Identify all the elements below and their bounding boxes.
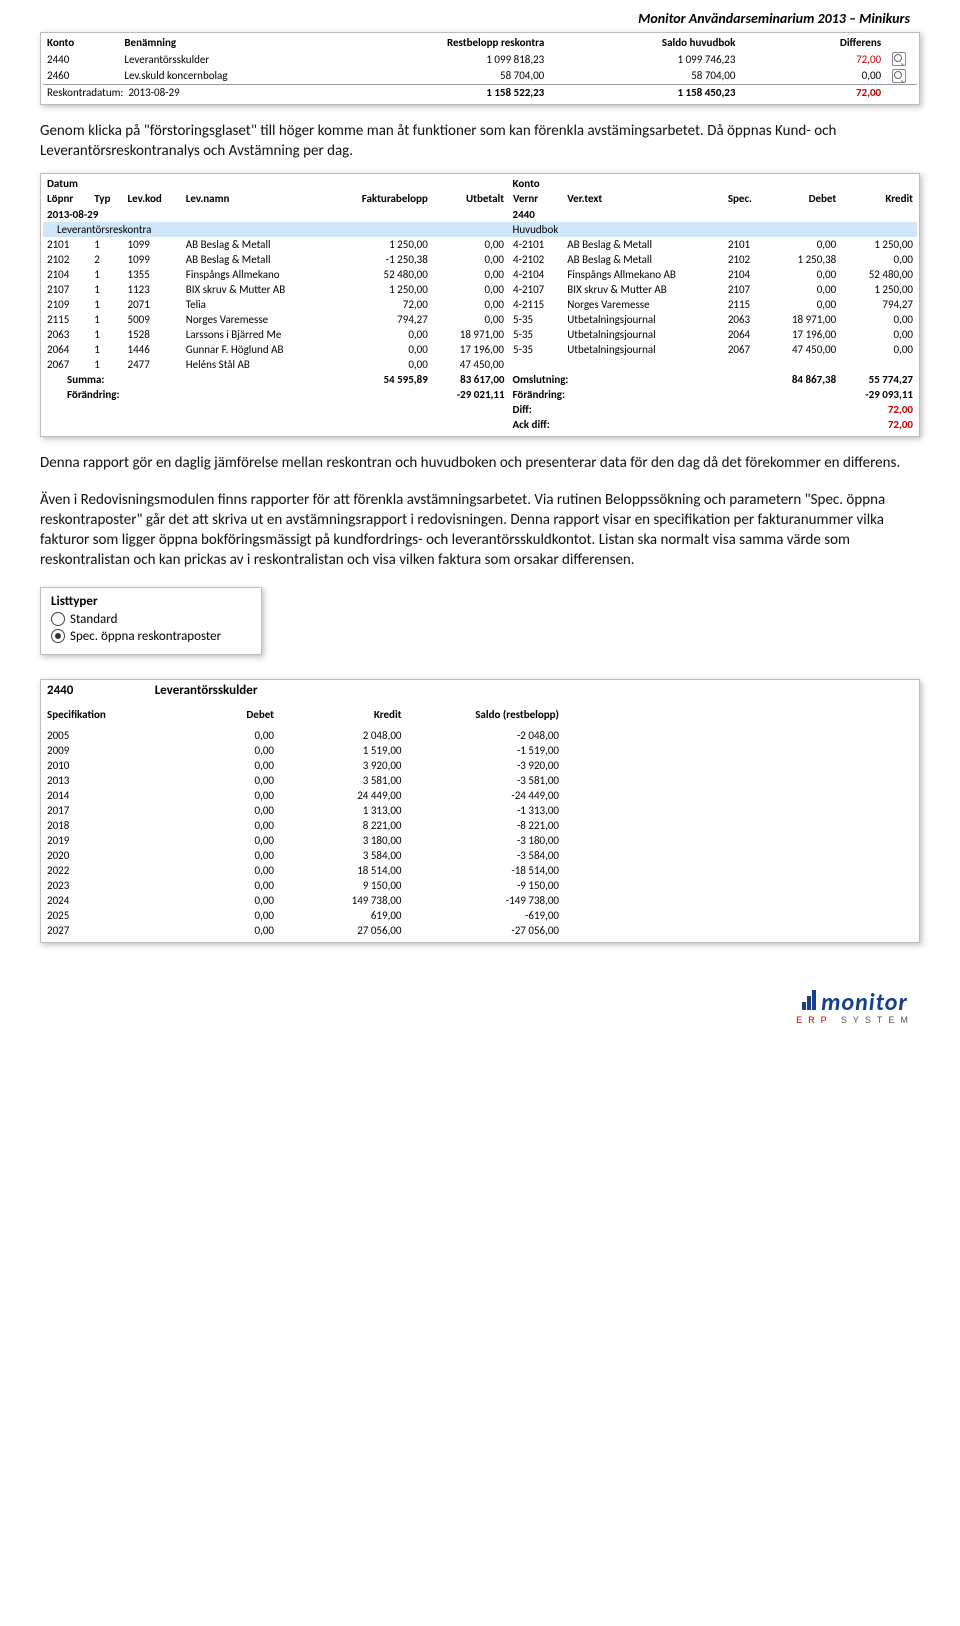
t2-rh-spec: Spec. [724,191,768,207]
magnify-icon[interactable] [892,69,906,83]
logo-bars-icon [802,988,817,1017]
differens-table-box: Konto Benämning Restbelopp reskontra Sal… [40,32,920,105]
t3-h-deb: Debet [151,707,278,722]
t2-oms-label: Omslutning: [509,372,724,387]
t1-footer-saldo: 1 158 450,23 [548,84,739,100]
differens-table: Konto Benämning Restbelopp reskontra Sal… [43,35,917,100]
t2-lh-fb: Fakturabelopp [330,191,432,207]
table-row: 20100,003 920,00-3 920,00 [43,758,563,773]
table-row: 210912071Telia72,000,004-2115Norges Vare… [43,297,917,312]
t2-rh-vernr: Vernr [509,191,564,207]
magnify-icon[interactable] [892,52,906,66]
page-footer: monitor ERP SYSTEM [0,955,960,1035]
table-row: 20230,009 150,00-9 150,00 [43,878,563,893]
radio-on-icon [51,629,65,643]
t2-rh-text: Ver.text [563,191,724,207]
table-row: 210711123BIX skruv & Mutter AB1 250,000,… [43,282,917,297]
table-row: 20200,003 584,00-3 584,00 [43,848,563,863]
paragraph-2a: Denna rapport gör en daglig jämförelse m… [0,449,960,485]
t1-h-diff: Differens [739,35,885,51]
t2-left-label: Leverantörsreskontra [43,222,509,237]
t2-konto: 2440 [509,207,917,222]
t2-for-val: -29 093,11 [840,387,917,402]
t2-lh-kod: Lev.kod [124,191,182,207]
table-row: 210221099AB Beslag & Metall-1 250,380,00… [43,252,917,267]
table-row: 20170,001 313,00-1 313,00 [43,803,563,818]
paragraph-2b: Även i Redovisningsmodulen finns rapport… [0,486,960,583]
table-row: 20240,00149 738,00-149 738,00 [43,893,563,908]
t2-right-super: Konto [513,177,540,190]
t1-footer-date: 2013-08-29 [128,86,179,99]
table-row: 210411355Finspångs Allmekano52 480,000,0… [43,267,917,282]
t2-sumleft-ut: 83 617,00 [432,372,509,387]
t3-benamning: Leverantörsskulder [151,682,563,699]
t3-h-saldo: Saldo (restbelopp) [405,707,563,722]
logo-sub1: ERP [796,1015,832,1025]
table-row: 206311528Larssons i Bjärred Me0,0018 971… [43,327,917,342]
table-row: 20270,0027 056,00-27 056,00 [43,923,563,938]
t2-ack-val: 72,00 [840,417,917,432]
t2-date: 2013-08-29 [43,207,509,222]
table-row: 20190,003 180,00-3 180,00 [43,833,563,848]
table-row: 2440Leverantörsskulder1 099 818,231 099 … [43,51,917,67]
radio-spec-oppna[interactable]: Spec. öppna reskontraposter [51,629,251,644]
t2-lh-ut: Utbetalt [432,191,509,207]
radio-spec-label: Spec. öppna reskontraposter [70,629,221,644]
t3-h-spec: Specifikation [43,707,151,722]
table-row: 2460Lev.skuld koncernbolag58 704,0058 70… [43,67,917,84]
radio-standard-label: Standard [70,612,117,627]
t2-oms-kre: 55 774,27 [840,372,917,387]
table-row: 20140,0024 449,00-24 449,00 [43,788,563,803]
t2-chgleft-val: -29 021,11 [432,387,509,402]
t2-right-label: Huvudbok [509,222,917,237]
t1-h-benamning: Benämning [120,35,357,51]
t1-footer-diff: 72,00 [739,84,885,100]
t2-ack-label: Ack diff: [509,417,724,432]
listtyper-title: Listtyper [51,594,251,609]
t3-h-kre: Kredit [278,707,405,722]
monitor-logo: monitor ERP SYSTEM [790,988,920,1025]
spec-table-box: 2440 Leverantörsskulder Specifikation De… [40,679,920,943]
table-row: 20180,008 221,00-8 221,00 [43,818,563,833]
table-row: 20130,003 581,00-3 581,00 [43,773,563,788]
table-row: 206712477Heléns Stål AB0,0047 450,00 [43,357,917,372]
t2-sumleft-label: Summa: [43,372,330,387]
t2-left-super: Datum [47,177,78,190]
t1-footer-rest: 1 158 522,23 [357,84,548,100]
table-row: 20250,00619,00-619,00 [43,908,563,923]
t1-h-rest: Restbelopp reskontra [357,35,548,51]
page-header: Monitor Användarseminarium 2013 – Miniku… [0,0,960,32]
t1-footer-label: Reskontradatum: [47,86,123,99]
t3-konto: 2440 [43,682,151,699]
logo-text: monitor [821,988,908,1017]
logo-sub2: SYSTEM [841,1015,914,1025]
table-row: 20050,002 048,00-2 048,00 [43,728,563,743]
listtyper-box: Listtyper Standard Spec. öppna reskontra… [40,587,262,655]
table-row: 210111099AB Beslag & Metall1 250,000,004… [43,237,917,252]
t2-oms-deb: 84 867,38 [768,372,840,387]
t2-sumleft-fb: 54 595,89 [330,372,432,387]
t2-rh-deb: Debet [768,191,840,207]
t2-diff-val: 72,00 [840,402,917,417]
t2-lh-typ: Typ [90,191,123,207]
t2-lh-namn: Lev.namn [182,191,330,207]
t1-h-konto: Konto [43,35,120,51]
radio-off-icon [51,612,65,626]
table-row: 211515009Norges Varemesse794,270,005-35U… [43,312,917,327]
table-row: 20090,001 519,00-1 519,00 [43,743,563,758]
daily-compare-box: Datum Konto Löpnr Typ Lev.kod Lev.namn F… [40,173,920,437]
daily-compare-table: Datum Konto Löpnr Typ Lev.kod Lev.namn F… [43,176,917,432]
table-row: 20220,0018 514,00-18 514,00 [43,863,563,878]
paragraph-1: Genom klicka på "förstoringsglaset" till… [0,117,960,174]
t2-rh-kre: Kredit [840,191,917,207]
t2-diff-label: Diff: [509,402,724,417]
t2-chgleft-label: Förändring: [43,387,330,402]
t2-lh-lopnr: Löpnr [43,191,90,207]
t1-h-saldo: Saldo huvudbok [548,35,739,51]
radio-standard[interactable]: Standard [51,612,251,627]
table-row: 206411446Gunnar F. Höglund AB0,0017 196,… [43,342,917,357]
t2-for-label: Förändring: [509,387,724,402]
spec-table: 2440 Leverantörsskulder Specifikation De… [43,682,563,938]
